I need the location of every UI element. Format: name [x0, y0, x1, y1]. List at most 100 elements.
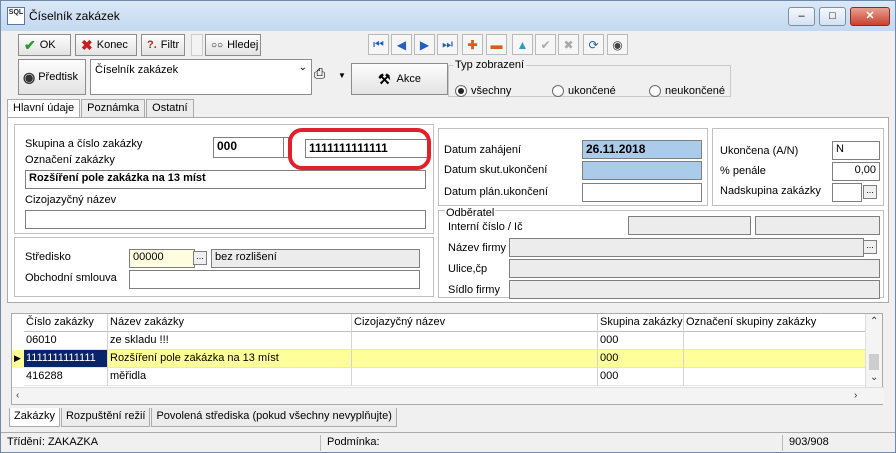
tab-zakazky[interactable]: Zakázky	[9, 408, 60, 427]
col-skupina[interactable]: Skupina zakázky	[598, 314, 684, 332]
last-record-button[interactable]: ⏭	[437, 34, 458, 55]
detail-tabs: Hlavní údaje Poznámka Ostatní	[7, 99, 195, 119]
ulice-field	[509, 259, 880, 278]
cizojazycny-field[interactable]	[25, 210, 426, 229]
vertical-scrollbar[interactable]: ⌃ ⌄	[865, 314, 882, 388]
report-select[interactable]: Číselník zakázek ⌄	[90, 59, 312, 95]
tab-povolena-strediska[interactable]: Povolená střediska (pokud všechny nevypl…	[151, 408, 397, 427]
ukoncena-field[interactable]: N	[832, 141, 880, 160]
cancel-record-button[interactable]: ✖	[558, 34, 579, 55]
ok-button[interactable]: ✔ OK	[18, 34, 71, 56]
obchodni-smlouva-field[interactable]	[129, 270, 420, 289]
eye-icon: ◉	[23, 68, 36, 85]
penale-field[interactable]: 0,00	[832, 162, 880, 181]
stredisko-field[interactable]: 00000	[129, 249, 195, 268]
skupina-field[interactable]: 000	[213, 137, 285, 158]
edit-record-button[interactable]: ▲	[512, 34, 533, 55]
minimize-button[interactable]: –	[788, 7, 815, 26]
table-row-selected[interactable]: ▶ 1111111111111 Rozšíření pole zakázka n…	[12, 350, 867, 368]
table-row[interactable]: 416288 měřidla 000	[12, 368, 867, 386]
vertical-scroll-thumb[interactable]	[869, 354, 879, 370]
main-panel: Skupina a číslo zakázky 000 111111111111…	[7, 117, 889, 303]
nadskupina-lookup-button[interactable]: ...	[863, 185, 877, 199]
tab-hlavni-udaje[interactable]: Hlavní údaje	[7, 99, 81, 119]
tab-ostatni[interactable]: Ostatní	[146, 99, 194, 118]
lock-button[interactable]: ◉	[607, 34, 628, 55]
radio-vsechny[interactable]: všechny	[455, 85, 511, 97]
typ-zobrazeni-group: Typ zobrazení všechny ukončené neukončen…	[448, 59, 731, 97]
check-icon: ✔	[540, 37, 551, 52]
datum-plan-field[interactable]	[582, 183, 702, 202]
col-cislo[interactable]: Číslo zakázky	[24, 314, 108, 332]
nadskupina-label: Nadskupina zakázky	[720, 185, 821, 197]
oznaceni-label: Označení zakázky	[25, 154, 115, 166]
table-row[interactable]: 06010 ze skladu !!! 000	[12, 332, 867, 350]
interni-cislo-field	[628, 216, 751, 235]
cell-cizojazycny	[352, 350, 598, 368]
col-oznaceni-skupiny[interactable]: Označení skupiny zakázky	[684, 314, 867, 332]
printer-icon[interactable]: ⎙	[314, 65, 325, 82]
radio-vsechny-label: všechny	[471, 85, 512, 97]
filtr-label: Filtr	[160, 39, 180, 51]
konec-button[interactable]: ✖ Konec	[75, 34, 137, 56]
obchodni-smlouva-label: Obchodní smlouva	[25, 272, 117, 284]
printer-dropdown-icon[interactable]: ▼	[338, 71, 346, 80]
prev-record-button[interactable]: ◀	[391, 34, 412, 55]
list-tabs: Zakázky Rozpuštění režií Povolená středi…	[9, 408, 398, 428]
akce-label: Akce	[396, 73, 422, 85]
cell-cislo: 1111111111111	[24, 350, 108, 368]
maximize-button[interactable]: □	[819, 7, 846, 26]
table-header: Číslo zakázky Název zakázky Cizojazyčný …	[12, 314, 867, 332]
stredisko-label: Středisko	[25, 251, 71, 263]
datum-zahajeni-label: Datum zahájení	[444, 144, 522, 156]
report-select-value: Číselník zakázek	[95, 64, 179, 76]
oznaceni-field[interactable]: Rozšíření pole zakázka na 13 míst	[25, 170, 426, 189]
lock-icon: ◉	[612, 37, 623, 52]
datum-skut-field[interactable]	[582, 161, 702, 180]
penale-label: % penále	[720, 165, 766, 177]
akce-button[interactable]: ⚒ Akce	[351, 63, 448, 95]
cell-oznaceni	[684, 332, 867, 350]
refresh-button[interactable]: ⟳	[583, 34, 604, 55]
typ-zobrazeni-legend: Typ zobrazení	[455, 59, 525, 71]
scroll-left-icon[interactable]: ‹	[16, 390, 19, 401]
tab-rozpusteni-rezii[interactable]: Rozpuštění režií	[60, 408, 151, 427]
cell-cislo: 06010	[24, 332, 108, 350]
scroll-up-icon[interactable]: ⌃	[870, 316, 878, 327]
close-button[interactable]: ✕	[850, 7, 890, 26]
x-icon: ✖	[81, 36, 93, 53]
delete-record-button[interactable]: ▬	[486, 34, 507, 55]
stredisko-lookup-button[interactable]: ...	[193, 251, 207, 265]
horizontal-scrollbar[interactable]: ‹ ›	[12, 387, 884, 404]
refresh-icon: ⟳	[588, 37, 599, 52]
status-count: 903/908	[789, 436, 829, 448]
checkmark-icon: ✔	[24, 36, 36, 53]
odberatel-label: Odběratel	[445, 207, 496, 219]
scroll-down-icon[interactable]: ⌄	[870, 372, 878, 383]
datum-zahajeni-field[interactable]: 26.11.2018	[582, 140, 702, 159]
radio-ukoncene[interactable]: ukončené	[552, 85, 616, 97]
confirm-record-button[interactable]: ✔	[535, 34, 556, 55]
predtisk-button[interactable]: ◉ Předtisk	[18, 59, 86, 95]
tab-poznamka[interactable]: Poznámka	[81, 99, 146, 118]
scroll-right-icon[interactable]: ›	[854, 390, 857, 401]
sidlo-field	[509, 280, 880, 299]
radio-neukoncene[interactable]: neukončené	[649, 85, 725, 97]
firma-lookup-button[interactable]: ...	[863, 240, 877, 254]
col-cizojazycny[interactable]: Cizojazyčný název	[352, 314, 598, 332]
first-record-button[interactable]: ⏮	[368, 34, 389, 55]
status-trideni: Třídění: ZAKAZKA	[3, 435, 321, 451]
zakazky-table: Číslo zakázky Název zakázky Cizojazyčný …	[11, 313, 884, 405]
nadskupina-field[interactable]	[832, 183, 862, 202]
ulice-label: Ulice,čp	[448, 263, 488, 275]
hledej-button[interactable]: ○○ Hledej	[205, 34, 261, 56]
cell-cizojazycny	[352, 332, 598, 350]
tools-icon: ⚒	[377, 70, 391, 87]
col-nazev[interactable]: Název zakázky	[108, 314, 352, 332]
app-icon: SQL	[7, 7, 25, 25]
nazev-firmy-field	[509, 238, 864, 257]
filtr-button[interactable]: ?. Filtr	[141, 34, 185, 56]
radio-ukoncene-label: ukončené	[568, 85, 616, 97]
next-record-button[interactable]: ▶	[414, 34, 435, 55]
add-record-button[interactable]: ✚	[462, 34, 483, 55]
